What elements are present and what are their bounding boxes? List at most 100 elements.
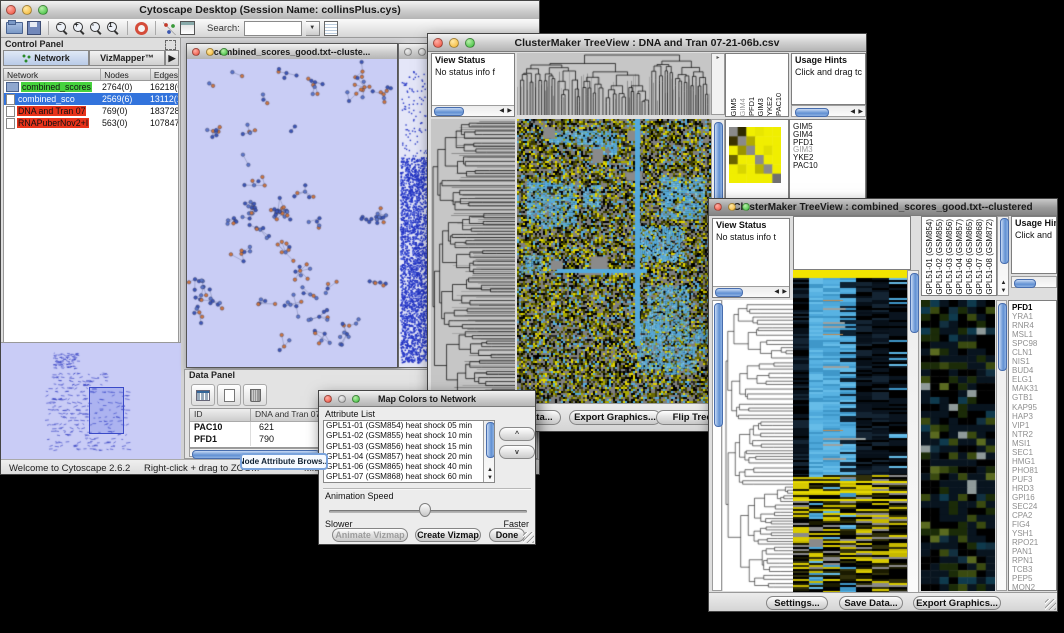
scroll-down-icon[interactable]: ▼ [487, 475, 493, 481]
zoom-in-icon[interactable]: + [73, 22, 86, 35]
gene-label[interactable]: VIP1 [1012, 421, 1056, 430]
gene-label[interactable]: HRD3 [1012, 484, 1056, 493]
zoom-icon[interactable] [352, 395, 360, 403]
gene-label[interactable]: SPC98 [1012, 339, 1056, 348]
hscroll-thumb[interactable] [715, 288, 743, 297]
close-icon[interactable] [192, 48, 200, 56]
array-column-label[interactable]: GPL51-06 (GSM865) [965, 219, 975, 295]
dialog-title-bar[interactable]: Map Colors to Network [319, 391, 535, 407]
tv2-heatmap[interactable] [793, 270, 907, 593]
close-icon[interactable] [6, 5, 16, 15]
done-button[interactable]: Done [489, 528, 525, 542]
float-panel-icon[interactable] [165, 40, 176, 50]
gene-label[interactable]: NTR2 [1012, 430, 1056, 439]
gene-label[interactable]: YSH1 [1012, 529, 1056, 538]
gene-label[interactable]: FIG4 [1012, 520, 1056, 529]
attribute-list-item[interactable]: GPL51-06 (GSM865) heat shock 40 min [324, 462, 494, 472]
move-up-button[interactable]: ^ [499, 427, 535, 441]
minimize-icon[interactable] [206, 48, 214, 56]
zoom-fit-icon[interactable]: 1 [107, 22, 120, 35]
array-column-label[interactable]: GPL51-07 (GSM868) [975, 219, 985, 295]
scroll-right-icon[interactable]: ▶ [507, 108, 512, 114]
tv2-usage-hscrollbar[interactable] [1011, 276, 1057, 288]
save-data-button[interactable]: Save Data... [839, 596, 903, 610]
network-list-row[interactable]: combined_sco 2569(6) 13112(15) [4, 93, 178, 105]
delete-attribute-button[interactable] [243, 384, 267, 406]
gene-label[interactable]: RPN1 [1012, 556, 1056, 565]
minimize-icon[interactable] [728, 203, 736, 211]
move-down-button[interactable]: v [499, 445, 535, 459]
gene-label[interactable]: SEC1 [1012, 448, 1056, 457]
gene-label[interactable]: PEP5 [1012, 574, 1056, 583]
col-nodes[interactable]: Nodes [101, 69, 151, 80]
tv1-status-hscrollbar[interactable]: ◀ ▶ [432, 105, 514, 116]
search-dropdown-icon[interactable]: ▼ [306, 21, 320, 36]
tv2-zoom-heatmap[interactable] [921, 300, 995, 591]
gene-label[interactable]: KAP95 [1012, 403, 1056, 412]
zoom-icon[interactable] [465, 38, 475, 48]
tv2-row-dendrogram[interactable] [723, 300, 793, 591]
vscroll-thumb[interactable] [714, 303, 723, 427]
attribute-list-vscrollbar[interactable]: ▲ ▼ [483, 421, 494, 482]
gene-label[interactable]: MON2 [1012, 583, 1056, 591]
attribute-list-item[interactable]: GPL51-03 (GSM856) heat shock 15 min [324, 442, 494, 452]
matrix-column-label[interactable]: GIM5 [729, 98, 738, 116]
tv1-heatmap[interactable] [517, 119, 711, 403]
scroll-right-icon[interactable]: ▶ [782, 289, 787, 295]
minimize-icon[interactable] [22, 5, 32, 15]
attribute-list-item[interactable]: GPL51-04 (GSM857) heat shock 20 min [324, 452, 494, 462]
attribute-select-button[interactable] [191, 384, 215, 406]
tv1-top-scroll-strip[interactable]: ▸ [711, 53, 725, 115]
close-icon[interactable] [714, 203, 722, 211]
tv1-column-dendrogram[interactable] [517, 53, 711, 115]
gene-label[interactable]: ELG1 [1012, 375, 1056, 384]
scroll-right-icon[interactable]: ▶ [858, 109, 863, 115]
zoom-icon[interactable] [220, 48, 228, 56]
close-icon[interactable] [433, 38, 443, 48]
network-list-row[interactable]: RNAPuberNov2+I 563(0) 107847(0) [4, 117, 178, 129]
treeview1-title-bar[interactable]: ClusterMaker TreeView : DNA and Tran 07-… [428, 34, 866, 52]
matrix-column-label[interactable]: PAC10 [774, 93, 783, 116]
gene-label[interactable]: TCB3 [1012, 565, 1056, 574]
hscroll-thumb[interactable] [795, 108, 829, 117]
resize-grip[interactable] [523, 532, 534, 543]
tv1-usage-hscrollbar[interactable]: ◀ ▶ [791, 105, 866, 117]
gene-label[interactable]: GPI16 [1012, 493, 1056, 502]
gene-label[interactable]: BUD4 [1012, 366, 1056, 375]
col-edges[interactable]: Edges [151, 69, 178, 80]
gene-label[interactable]: PHO81 [1012, 466, 1056, 475]
matrix-column-label[interactable]: PFD1 [747, 97, 756, 116]
array-column-label[interactable]: GPL51-01 (GSM854) [925, 219, 935, 295]
scroll-left-icon[interactable]: ◀ [774, 289, 779, 295]
zoom-selected-icon[interactable]: ▫ [90, 22, 103, 35]
tv2-dendro-vscrollbar[interactable] [712, 300, 722, 591]
scroll-up-icon[interactable]: ▲ [1001, 280, 1007, 286]
gene-label[interactable]: PAN1 [1012, 547, 1056, 556]
vscroll-thumb[interactable] [486, 422, 495, 458]
settings-button[interactable]: Settings... [766, 596, 828, 610]
gene-label[interactable]: SEC24 [1012, 502, 1056, 511]
treeview2-title-bar[interactable]: ClusterMaker TreeView : combined_scores_… [709, 199, 1057, 216]
gene-label[interactable]: CPA2 [1012, 511, 1056, 520]
resize-grip[interactable] [1045, 599, 1056, 610]
tv2-status-hscrollbar[interactable]: ◀ ▶ [713, 286, 789, 297]
search-input[interactable] [244, 21, 302, 36]
vscroll-thumb[interactable] [910, 273, 919, 333]
scroll-up-icon[interactable]: ▲ [487, 467, 493, 473]
gene-label[interactable]: PFD1 [1012, 303, 1056, 312]
export-graphics-button[interactable]: Export Graphics... [569, 410, 661, 425]
network-tool-icon[interactable] [163, 22, 176, 35]
new-attribute-button[interactable] [217, 384, 241, 406]
node-attribute-browser-tab[interactable]: Node Attribute Brows... [240, 453, 328, 470]
matrix-column-label[interactable]: GIM3 [756, 98, 765, 116]
scroll-left-icon[interactable]: ◀ [499, 108, 504, 114]
scroll-down-icon[interactable]: ▼ [1001, 288, 1007, 294]
gene-label[interactable]: HMG1 [1012, 457, 1056, 466]
birdseye-view[interactable] [1, 342, 181, 460]
gene-label[interactable]: CLN1 [1012, 348, 1056, 357]
array-column-label[interactable]: GPL51-03 (GSM856) [945, 219, 955, 295]
col-id[interactable]: ID [190, 409, 251, 421]
gene-label[interactable]: HAP3 [1012, 412, 1056, 421]
zoom-out-icon[interactable]: − [56, 22, 69, 35]
matrix-column-label[interactable]: YKE2 [765, 97, 774, 116]
